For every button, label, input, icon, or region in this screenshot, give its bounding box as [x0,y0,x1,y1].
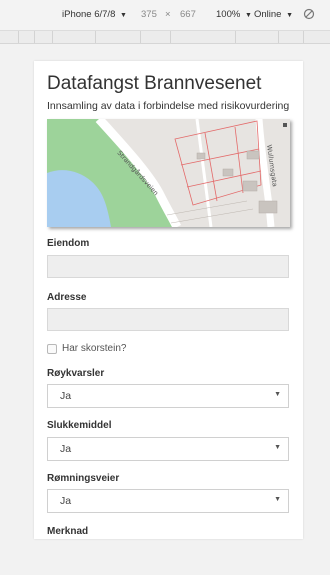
chevron-down-icon: ▼ [286,12,294,19]
roykvarsler-select[interactable]: Ja ▼ [47,384,289,408]
zoom-level: 100% [216,9,241,20]
map-canvas: Strandgårdsveien Wullumsgata [47,115,290,230]
eiendom-label: Eiendom [47,238,90,249]
viewport-height[interactable]: 667 [180,9,196,20]
eiendom-field[interactable] [47,255,289,278]
rotate-icon[interactable] [303,8,315,20]
chevron-down-icon: ▼ [120,12,127,19]
device-name: iPhone 6/7/8 [62,9,116,20]
skorstein-label[interactable]: Har skorstein? [62,343,126,354]
map[interactable]: Strandgårdsveien Wullumsgata [47,115,290,230]
romningsveier-value: Ja [60,495,72,507]
network-status: Online [254,9,282,20]
viewport-width[interactable]: 375 [141,9,157,20]
roykvarsler-value: Ja [60,390,72,402]
slukkemiddel-select[interactable]: Ja ▼ [47,437,289,461]
page-subtitle: Innsamling av data i forbindelse med ris… [47,100,290,112]
zoom-selector[interactable]: 100% ▼ [216,9,252,20]
chevron-down-icon: ▼ [274,444,281,451]
chevron-down-icon: ▼ [244,12,252,19]
romningsveier-label: Rømningsveier [47,473,120,484]
skorstein-checkbox[interactable] [47,344,57,354]
merknad-label: Merknad [47,526,89,537]
media-query-ruler [0,31,330,44]
romningsveier-select[interactable]: Ja ▼ [47,489,289,513]
slukkemiddel-label: Slukkemiddel [47,420,112,431]
roykvarsler-label: Røykvarsler [47,368,105,379]
device-viewport: Datafangst Brannvesenet Innsamling av da… [34,61,303,539]
dimension-separator: × [165,9,171,20]
slukkemiddel-value: Ja [60,443,72,455]
chevron-down-icon: ▼ [274,391,281,398]
devtools-toolbar: iPhone 6/7/8 ▼ 375 × 667 100% ▼ Online ▼ [0,0,330,31]
network-selector[interactable]: Online ▼ [254,9,293,20]
adresse-field[interactable] [47,308,289,331]
adresse-label: Adresse [47,292,87,303]
page-title: Datafangst Brannvesenet [47,73,262,94]
device-selector[interactable]: iPhone 6/7/8 ▼ [62,9,127,20]
chevron-down-icon: ▼ [274,496,281,503]
